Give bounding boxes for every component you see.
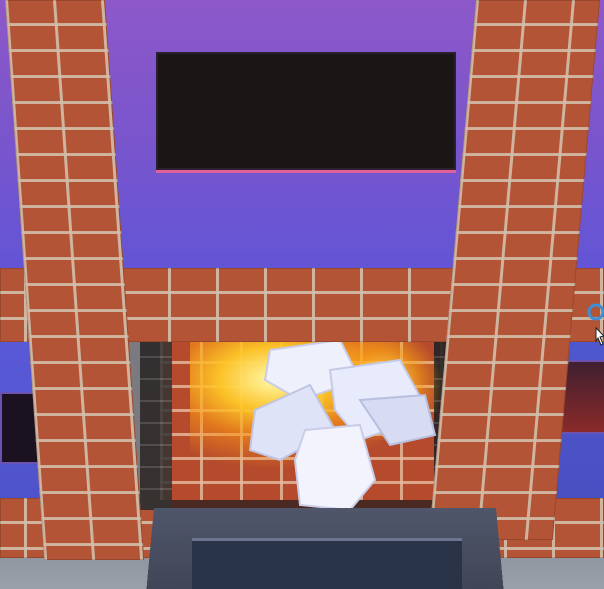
firewood-logs[interactable] bbox=[240, 330, 450, 520]
dark-window-upper bbox=[156, 52, 456, 173]
log-4 bbox=[293, 423, 377, 512]
floor-vent bbox=[192, 538, 462, 589]
game-viewport[interactable] bbox=[0, 0, 604, 589]
cursor-arrow-icon bbox=[587, 303, 604, 346]
firebox-side-left bbox=[140, 332, 172, 510]
